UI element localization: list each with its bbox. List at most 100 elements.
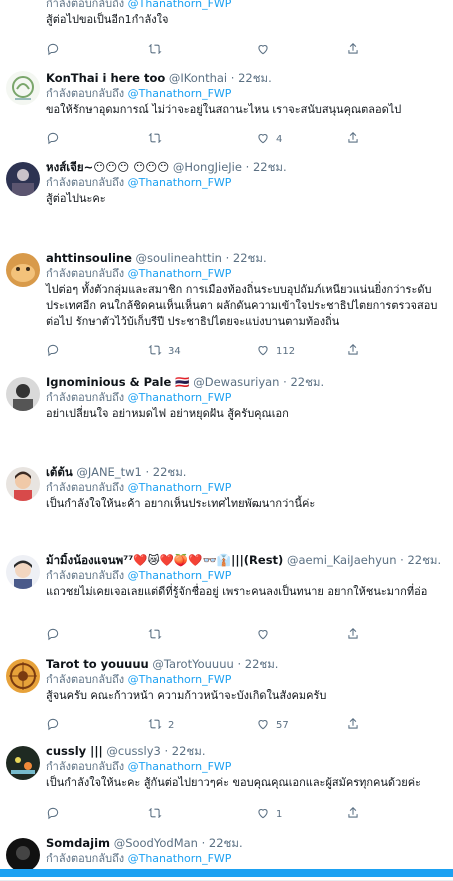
- avatar[interactable]: [6, 838, 40, 872]
- tweet-text: ขอให้รักษาอุดมการณ์ ไม่ว่าจะอยู่ในสถานะไ…: [46, 103, 402, 116]
- avatar[interactable]: [6, 555, 40, 589]
- timestamp[interactable]: 22ชม.: [153, 465, 187, 479]
- tweet[interactable]: cussly ||| @cussly3 · 22ชม. กำลังตอบกลับ…: [0, 738, 453, 831]
- share-icon: [346, 806, 360, 823]
- retweet-button[interactable]: [148, 806, 168, 823]
- replying-to: กำลังตอบกลับถึง @Thanathorn_FWP: [46, 759, 447, 774]
- tweet-text: อย่าเปลี่ยนใจ อย่าหมดไฟ อย่าหยุดฝัน สู้ค…: [46, 407, 289, 420]
- avatar[interactable]: [6, 746, 40, 780]
- reply-icon: [46, 717, 60, 734]
- like-button[interactable]: 112: [256, 343, 295, 360]
- tweet-header: Tarot to youuuu @TarotYouuuu · 22ชม.: [46, 657, 279, 671]
- avatar[interactable]: [6, 162, 40, 196]
- replying-prefix: กำลังตอบกลับถึง: [46, 852, 125, 865]
- tweet[interactable]: Tarot to youuuu @TarotYouuuu · 22ชม. กำล…: [0, 651, 453, 739]
- like-button[interactable]: [256, 627, 276, 644]
- display-name[interactable]: ahttinsouline: [46, 251, 132, 265]
- retweet-count: 34: [168, 346, 181, 357]
- tweet[interactable]: KonThai i here too @IKonthai · 22ชม. กำล…: [0, 65, 453, 155]
- handle[interactable]: @soulineahttin: [136, 251, 222, 265]
- mention-link[interactable]: @Thanathorn_FWP: [128, 760, 232, 773]
- tweet[interactable]: หงส์เจีย~😶😶😶 😶😶😶 @HongJieJie · 22ชม. กำล…: [0, 154, 453, 246]
- avatar[interactable]: [6, 71, 40, 105]
- tweet[interactable]: Ignominious & Pale 🇹🇭 @Dewasuriyan · 22ช…: [0, 369, 453, 460]
- reply-icon: [46, 42, 60, 59]
- tweet[interactable]: ahttinsouline @soulineahttin · 22ชม. กำล…: [0, 245, 453, 370]
- handle[interactable]: @aemi_KaiJaehyun: [287, 553, 397, 567]
- share-button[interactable]: [346, 806, 360, 823]
- retweet-button[interactable]: [148, 627, 168, 644]
- share-icon: [346, 627, 360, 644]
- reply-button[interactable]: [46, 627, 66, 644]
- avatar[interactable]: [6, 659, 40, 693]
- reply-button[interactable]: [46, 806, 66, 823]
- reply-button[interactable]: [46, 343, 66, 360]
- share-button[interactable]: [346, 717, 360, 734]
- heart-icon: [256, 717, 270, 734]
- retweet-button[interactable]: [148, 42, 168, 59]
- share-button[interactable]: [346, 131, 360, 148]
- mention-link[interactable]: @Thanathorn_FWP: [128, 673, 232, 686]
- tweet[interactable]: กำลังตอบกลับถึง @Thanathorn_FWP สู้ต่อไป…: [0, 0, 453, 66]
- heart-icon: [256, 343, 270, 360]
- mention-link[interactable]: @Thanathorn_FWP: [128, 569, 232, 582]
- avatar[interactable]: [6, 377, 40, 411]
- handle[interactable]: @SoodYodMan: [114, 836, 198, 850]
- display-name[interactable]: Tarot to youuuu: [46, 657, 149, 671]
- mention-link[interactable]: @Thanathorn_FWP: [128, 391, 232, 404]
- like-button[interactable]: 57: [256, 717, 289, 734]
- handle[interactable]: @HongJieJie: [173, 160, 242, 174]
- mention-link[interactable]: @Thanathorn_FWP: [128, 267, 232, 280]
- tweet[interactable]: เต้ต้น @JANE_tw1 · 22ชม. กำลังตอบกลับถึง…: [0, 459, 453, 548]
- reply-button[interactable]: [46, 717, 66, 734]
- share-button[interactable]: [346, 42, 360, 59]
- handle[interactable]: @Dewasuriyan: [193, 375, 279, 389]
- display-name[interactable]: cussly |||: [46, 744, 103, 758]
- mention-link[interactable]: @Thanathorn_FWP: [128, 481, 232, 494]
- like-button[interactable]: 4: [256, 131, 282, 148]
- timestamp[interactable]: 22ชม.: [245, 657, 279, 671]
- replying-prefix: กำลังตอบกลับถึง: [46, 391, 125, 404]
- mention-link[interactable]: @Thanathorn_FWP: [128, 87, 232, 100]
- retweet-icon: [148, 806, 162, 823]
- handle[interactable]: @JANE_tw1: [76, 465, 141, 479]
- replying-prefix: กำลังตอบกลับถึง: [46, 569, 125, 582]
- retweet-button[interactable]: 2: [148, 717, 174, 734]
- share-button[interactable]: [346, 627, 360, 644]
- like-button[interactable]: 1: [256, 806, 282, 823]
- mention-link[interactable]: @Thanathorn_FWP: [128, 176, 232, 189]
- display-name[interactable]: Ignominious & Pale 🇹🇭: [46, 375, 190, 389]
- display-name[interactable]: หงส์เจีย~😶😶😶 😶😶😶: [46, 160, 169, 174]
- mention-link[interactable]: @Thanathorn_FWP: [128, 852, 232, 865]
- display-name[interactable]: ม้ามิ้งน้องแจนพ⁷⁷❤️😿❤️🍑❤️👓👔|||(Rest): [46, 553, 283, 567]
- timestamp[interactable]: 22ชม.: [209, 836, 243, 850]
- handle[interactable]: @cussly3: [106, 744, 160, 758]
- timestamp[interactable]: 22ชม.: [290, 375, 324, 389]
- timestamp[interactable]: 22ชม.: [233, 251, 267, 265]
- avatar[interactable]: [6, 467, 40, 501]
- avatar[interactable]: [6, 253, 40, 287]
- tweet-header: Ignominious & Pale 🇹🇭 @Dewasuriyan · 22ช…: [46, 375, 325, 389]
- handle[interactable]: @IKonthai: [169, 71, 227, 85]
- reply-button[interactable]: [46, 131, 66, 148]
- like-button[interactable]: [256, 42, 276, 59]
- timestamp[interactable]: 22ชม.: [407, 553, 441, 567]
- like-count: 112: [276, 346, 296, 357]
- tweet[interactable]: ม้ามิ้งน้องแจนพ⁷⁷❤️😿❤️🍑❤️👓👔|||(Rest) @ae…: [0, 547, 453, 652]
- retweet-button[interactable]: [148, 131, 168, 148]
- display-name[interactable]: Somdajim: [46, 836, 110, 850]
- timestamp[interactable]: 22ชม.: [172, 744, 206, 758]
- share-button[interactable]: [346, 343, 360, 360]
- handle[interactable]: @TarotYouuuu: [152, 657, 233, 671]
- retweet-button[interactable]: 34: [148, 343, 181, 360]
- tweet-actions: 1: [46, 806, 358, 823]
- timestamp[interactable]: 22ชม.: [253, 160, 287, 174]
- mention-link[interactable]: @Thanathorn_FWP: [128, 0, 232, 10]
- reply-button[interactable]: [46, 42, 66, 59]
- heart-icon: [256, 806, 270, 823]
- replying-to: กำลังตอบกลับถึง @Thanathorn_FWP: [46, 480, 447, 495]
- display-name[interactable]: KonThai i here too: [46, 71, 165, 85]
- replying-to: กำลังตอบกลับถึง @Thanathorn_FWP: [46, 86, 447, 101]
- display-name[interactable]: เต้ต้น: [46, 465, 73, 479]
- timestamp[interactable]: 22ชม.: [238, 71, 272, 85]
